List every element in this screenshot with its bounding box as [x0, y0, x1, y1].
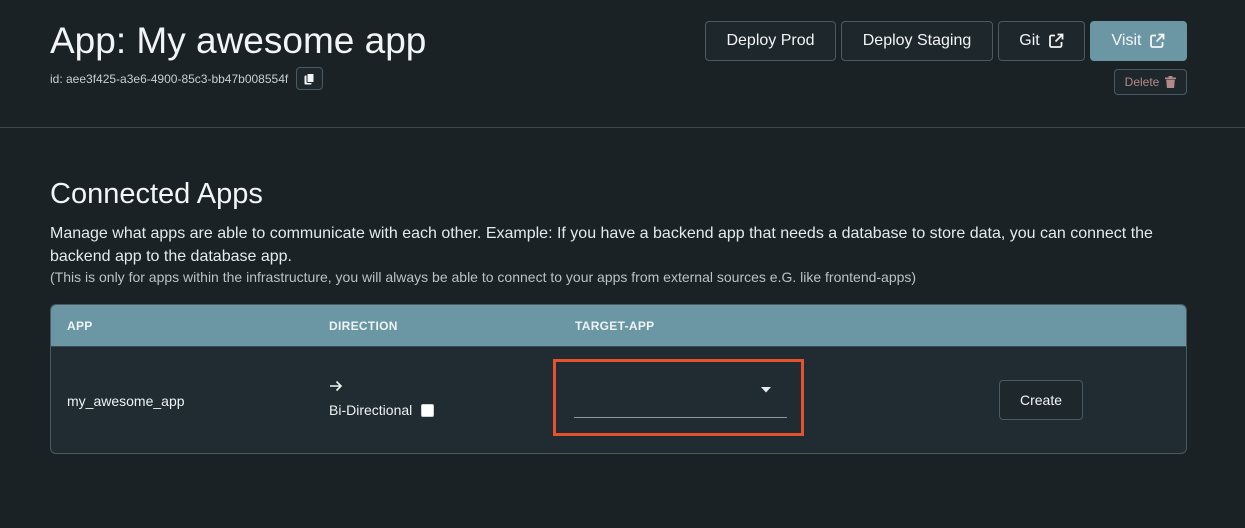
table-row: my_awesome_app Bi-Directional Create — [51, 346, 1186, 453]
app-name-cell: my_awesome_app — [67, 393, 185, 409]
copy-id-button[interactable] — [296, 67, 324, 90]
deploy-staging-button[interactable]: Deploy Staging — [841, 21, 993, 61]
bidirectional-option: Bi-Directional — [329, 402, 435, 418]
column-header-target-app: TARGET-APP — [575, 319, 655, 333]
section-description: Manage what apps are able to communicate… — [50, 225, 1153, 265]
column-header-app: APP — [67, 319, 93, 333]
target-app-select[interactable] — [574, 373, 787, 418]
git-button[interactable]: Git — [998, 21, 1085, 61]
git-label: Git — [1019, 32, 1040, 49]
table-header: APP DIRECTION TARGET-APP — [51, 305, 1186, 346]
page-title: App: My awesome app — [50, 20, 427, 61]
app-header: App: My awesome app id: aee3f425-a3e6-49… — [0, 0, 1245, 128]
external-link-icon — [1150, 33, 1165, 48]
trash-icon — [1165, 76, 1177, 88]
external-link-icon — [1048, 33, 1064, 48]
arrow-right-icon — [330, 380, 343, 392]
deploy-prod-button[interactable]: Deploy Prod — [705, 21, 836, 61]
header-actions: Deploy Prod Deploy Staging Git Visit — [705, 21, 1187, 61]
delete-label: Delete — [1124, 75, 1160, 89]
app-id-row: id: aee3f425-a3e6-4900-85c3-bb47b008554f — [50, 67, 324, 90]
visit-button[interactable]: Visit — [1090, 21, 1187, 61]
section-note: (This is only for apps within the infras… — [50, 269, 917, 285]
column-header-direction: DIRECTION — [329, 319, 398, 333]
deploy-prod-label: Deploy Prod — [726, 32, 815, 49]
bidirectional-checkbox[interactable] — [421, 403, 435, 417]
bidirectional-label: Bi-Directional — [329, 402, 413, 418]
delete-button[interactable]: Delete — [1114, 69, 1187, 95]
visit-label: Visit — [1111, 32, 1142, 49]
deploy-staging-label: Deploy Staging — [862, 32, 972, 49]
chevron-down-icon — [761, 387, 771, 393]
copy-icon — [304, 72, 315, 84]
section-title: Connected Apps — [50, 178, 263, 210]
connected-apps-table: APP DIRECTION TARGET-APP my_awesome_app … — [50, 304, 1187, 454]
create-button[interactable]: Create — [999, 380, 1083, 420]
app-id-text: id: aee3f425-a3e6-4900-85c3-bb47b008554f — [50, 71, 289, 86]
create-label: Create — [1019, 392, 1063, 408]
